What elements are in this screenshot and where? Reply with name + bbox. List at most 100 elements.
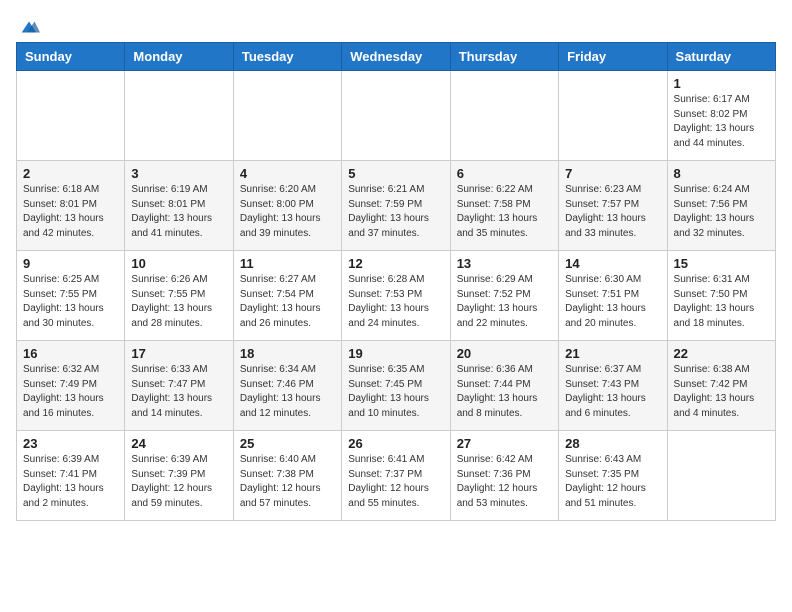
logo-icon: [18, 16, 40, 38]
calendar-cell: [233, 71, 341, 161]
day-number: 19: [348, 346, 443, 361]
calendar-cell: 20 Sunrise: 6:36 AM Sunset: 7:44 PM Dayli…: [450, 341, 558, 431]
day-number: 9: [23, 256, 118, 271]
calendar-week-2: 9 Sunrise: 6:25 AM Sunset: 7:55 PM Daylig…: [17, 251, 776, 341]
day-info: Sunrise: 6:39 AM Sunset: 7:41 PM Dayligh…: [23, 453, 118, 511]
day-info: Sunrise: 6:19 AM Sunset: 8:01 PM Dayligh…: [131, 183, 226, 241]
day-info: Sunrise: 6:28 AM Sunset: 7:53 PM Dayligh…: [348, 273, 443, 331]
day-number: 4: [240, 166, 335, 181]
calendar-cell: 26 Sunrise: 6:41 AM Sunset: 7:37 PM Dayli…: [342, 431, 450, 521]
calendar-cell: 19 Sunrise: 6:35 AM Sunset: 7:45 PM Dayli…: [342, 341, 450, 431]
day-info: Sunrise: 6:41 AM Sunset: 7:37 PM Dayligh…: [348, 453, 443, 511]
day-number: 26: [348, 436, 443, 451]
weekday-row: SundayMondayTuesdayWednesdayThursdayFrid…: [17, 43, 776, 71]
day-info: Sunrise: 6:29 AM Sunset: 7:52 PM Dayligh…: [457, 273, 552, 331]
day-info: Sunrise: 6:39 AM Sunset: 7:39 PM Dayligh…: [131, 453, 226, 511]
day-number: 8: [674, 166, 769, 181]
calendar-cell: [125, 71, 233, 161]
day-number: 25: [240, 436, 335, 451]
day-info: Sunrise: 6:26 AM Sunset: 7:55 PM Dayligh…: [131, 273, 226, 331]
calendar-cell: 1 Sunrise: 6:17 AM Sunset: 8:02 PM Daylig…: [667, 71, 775, 161]
weekday-header-monday: Monday: [125, 43, 233, 71]
calendar-cell: 22 Sunrise: 6:38 AM Sunset: 7:42 PM Dayli…: [667, 341, 775, 431]
day-number: 1: [674, 76, 769, 91]
calendar-cell: 15 Sunrise: 6:31 AM Sunset: 7:50 PM Dayli…: [667, 251, 775, 341]
day-number: 18: [240, 346, 335, 361]
day-number: 12: [348, 256, 443, 271]
calendar-cell: [17, 71, 125, 161]
calendar-table: SundayMondayTuesdayWednesdayThursdayFrid…: [16, 42, 776, 521]
day-info: Sunrise: 6:40 AM Sunset: 7:38 PM Dayligh…: [240, 453, 335, 511]
calendar-cell: [450, 71, 558, 161]
calendar-cell: 5 Sunrise: 6:21 AM Sunset: 7:59 PM Daylig…: [342, 161, 450, 251]
day-info: Sunrise: 6:30 AM Sunset: 7:51 PM Dayligh…: [565, 273, 660, 331]
calendar-cell: 10 Sunrise: 6:26 AM Sunset: 7:55 PM Dayli…: [125, 251, 233, 341]
calendar-cell: 7 Sunrise: 6:23 AM Sunset: 7:57 PM Daylig…: [559, 161, 667, 251]
day-number: 23: [23, 436, 118, 451]
calendar-cell: 23 Sunrise: 6:39 AM Sunset: 7:41 PM Dayli…: [17, 431, 125, 521]
day-info: Sunrise: 6:31 AM Sunset: 7:50 PM Dayligh…: [674, 273, 769, 331]
day-number: 6: [457, 166, 552, 181]
day-number: 2: [23, 166, 118, 181]
day-info: Sunrise: 6:34 AM Sunset: 7:46 PM Dayligh…: [240, 363, 335, 421]
day-info: Sunrise: 6:23 AM Sunset: 7:57 PM Dayligh…: [565, 183, 660, 241]
day-number: 16: [23, 346, 118, 361]
calendar-cell: 24Sunrise: 6:39 AM Sunset: 7:39 PM Dayli…: [125, 431, 233, 521]
calendar-cell: [342, 71, 450, 161]
calendar-cell: 21 Sunrise: 6:37 AM Sunset: 7:43 PM Dayli…: [559, 341, 667, 431]
day-info: Sunrise: 6:18 AM Sunset: 8:01 PM Dayligh…: [23, 183, 118, 241]
calendar-cell: 4Sunrise: 6:20 AM Sunset: 8:00 PM Daylig…: [233, 161, 341, 251]
weekday-header-saturday: Saturday: [667, 43, 775, 71]
day-number: 15: [674, 256, 769, 271]
day-info: Sunrise: 6:35 AM Sunset: 7:45 PM Dayligh…: [348, 363, 443, 421]
day-info: Sunrise: 6:17 AM Sunset: 8:02 PM Dayligh…: [674, 93, 769, 151]
calendar-week-4: 23 Sunrise: 6:39 AM Sunset: 7:41 PM Dayli…: [17, 431, 776, 521]
weekday-header-tuesday: Tuesday: [233, 43, 341, 71]
calendar-body: 1 Sunrise: 6:17 AM Sunset: 8:02 PM Daylig…: [17, 71, 776, 521]
calendar-cell: 11 Sunrise: 6:27 AM Sunset: 7:54 PM Dayli…: [233, 251, 341, 341]
calendar-cell: 27Sunrise: 6:42 AM Sunset: 7:36 PM Dayli…: [450, 431, 558, 521]
calendar-cell: 25 Sunrise: 6:40 AM Sunset: 7:38 PM Dayli…: [233, 431, 341, 521]
day-info: Sunrise: 6:25 AM Sunset: 7:55 PM Dayligh…: [23, 273, 118, 331]
calendar-week-0: 1 Sunrise: 6:17 AM Sunset: 8:02 PM Daylig…: [17, 71, 776, 161]
calendar-cell: 3Sunrise: 6:19 AM Sunset: 8:01 PM Daylig…: [125, 161, 233, 251]
day-info: Sunrise: 6:38 AM Sunset: 7:42 PM Dayligh…: [674, 363, 769, 421]
calendar-cell: [667, 431, 775, 521]
day-info: Sunrise: 6:21 AM Sunset: 7:59 PM Dayligh…: [348, 183, 443, 241]
day-number: 27: [457, 436, 552, 451]
calendar-week-1: 2 Sunrise: 6:18 AM Sunset: 8:01 PM Daylig…: [17, 161, 776, 251]
day-number: 17: [131, 346, 226, 361]
day-number: 10: [131, 256, 226, 271]
calendar-cell: 28Sunrise: 6:43 AM Sunset: 7:35 PM Dayli…: [559, 431, 667, 521]
day-info: Sunrise: 6:32 AM Sunset: 7:49 PM Dayligh…: [23, 363, 118, 421]
day-info: Sunrise: 6:33 AM Sunset: 7:47 PM Dayligh…: [131, 363, 226, 421]
calendar-cell: [559, 71, 667, 161]
calendar-cell: 18 Sunrise: 6:34 AM Sunset: 7:46 PM Dayli…: [233, 341, 341, 431]
weekday-header-friday: Friday: [559, 43, 667, 71]
calendar-cell: 9 Sunrise: 6:25 AM Sunset: 7:55 PM Daylig…: [17, 251, 125, 341]
day-number: 7: [565, 166, 660, 181]
calendar-header: SundayMondayTuesdayWednesdayThursdayFrid…: [17, 43, 776, 71]
day-number: 11: [240, 256, 335, 271]
day-info: Sunrise: 6:24 AM Sunset: 7:56 PM Dayligh…: [674, 183, 769, 241]
weekday-header-sunday: Sunday: [17, 43, 125, 71]
weekday-header-thursday: Thursday: [450, 43, 558, 71]
day-number: 13: [457, 256, 552, 271]
calendar-cell: 17 Sunrise: 6:33 AM Sunset: 7:47 PM Dayli…: [125, 341, 233, 431]
calendar-cell: 2 Sunrise: 6:18 AM Sunset: 8:01 PM Daylig…: [17, 161, 125, 251]
day-number: 28: [565, 436, 660, 451]
day-number: 14: [565, 256, 660, 271]
logo: [16, 16, 40, 34]
calendar-week-3: 16 Sunrise: 6:32 AM Sunset: 7:49 PM Dayli…: [17, 341, 776, 431]
day-number: 20: [457, 346, 552, 361]
calendar-cell: 14 Sunrise: 6:30 AM Sunset: 7:51 PM Dayli…: [559, 251, 667, 341]
page-header: [16, 16, 776, 34]
calendar-cell: 8 Sunrise: 6:24 AM Sunset: 7:56 PM Daylig…: [667, 161, 775, 251]
calendar-cell: 6Sunrise: 6:22 AM Sunset: 7:58 PM Daylig…: [450, 161, 558, 251]
day-number: 5: [348, 166, 443, 181]
day-number: 21: [565, 346, 660, 361]
day-info: Sunrise: 6:36 AM Sunset: 7:44 PM Dayligh…: [457, 363, 552, 421]
day-number: 22: [674, 346, 769, 361]
day-info: Sunrise: 6:37 AM Sunset: 7:43 PM Dayligh…: [565, 363, 660, 421]
day-info: Sunrise: 6:27 AM Sunset: 7:54 PM Dayligh…: [240, 273, 335, 331]
